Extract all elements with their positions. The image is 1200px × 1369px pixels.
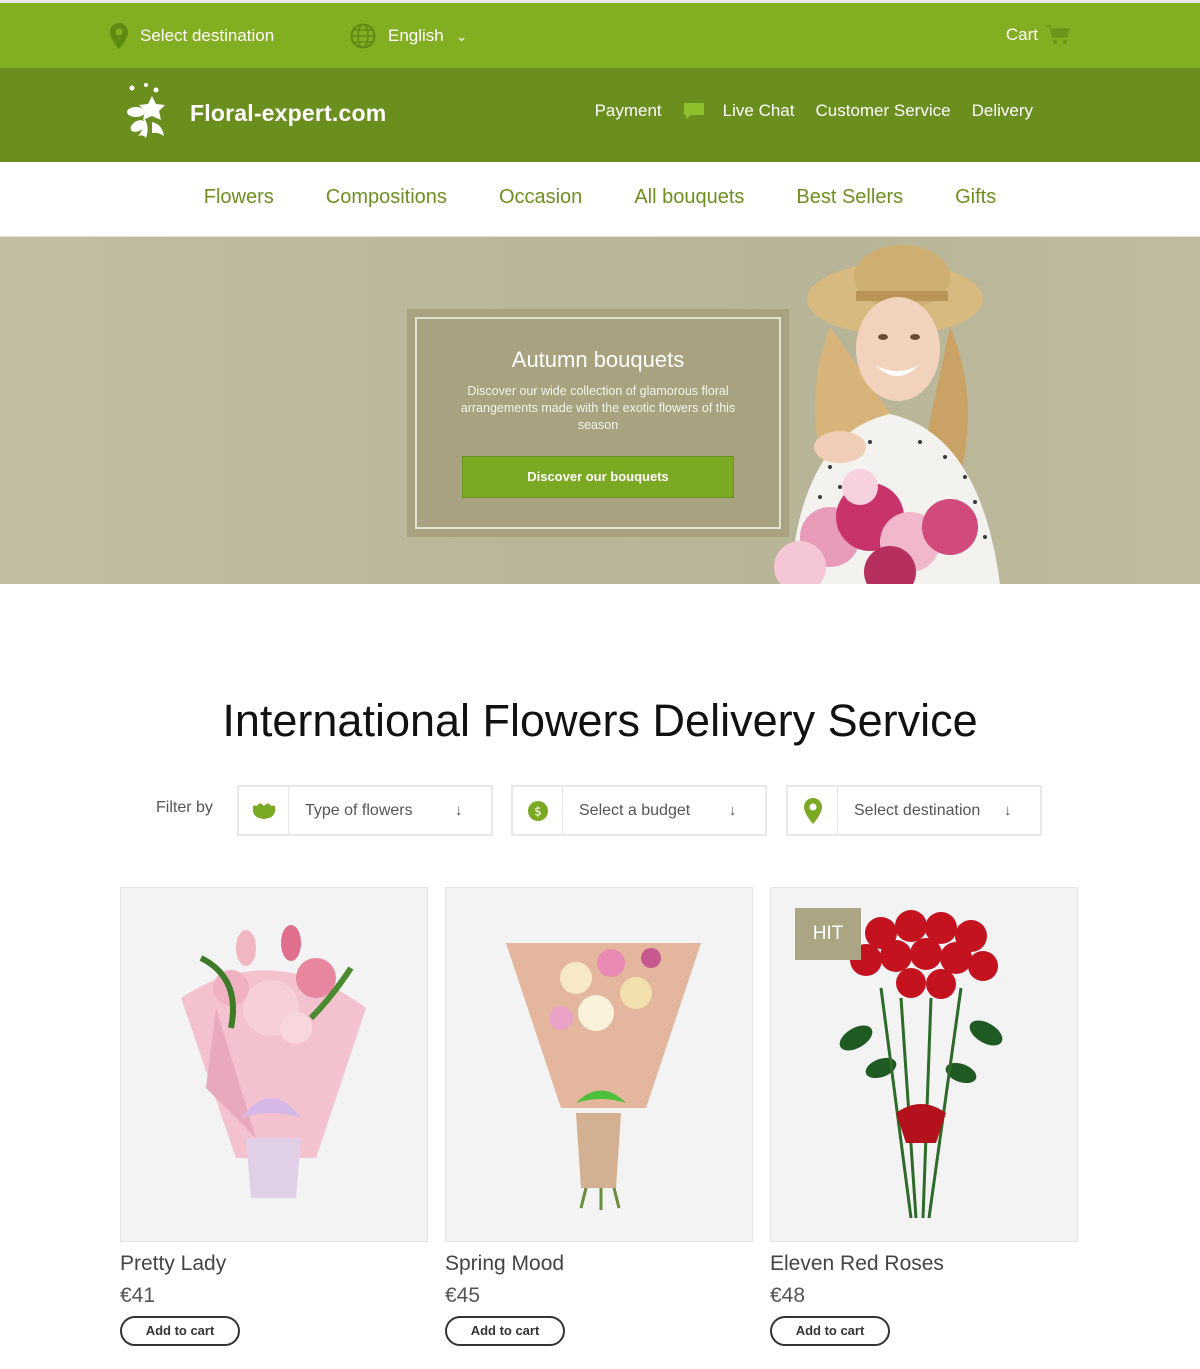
product-card: Spring Mood €45 Add to cart <box>445 887 753 1346</box>
product-image[interactable]: HIT <box>770 887 1078 1242</box>
nav-item-best-sellers[interactable]: Best Sellers <box>796 186 903 209</box>
nav-item-flowers[interactable]: Flowers <box>204 186 274 209</box>
filter-label: Filter by <box>156 799 213 816</box>
delivery-link[interactable]: Delivery <box>972 101 1033 121</box>
product-card: HIT Eleven Red Roses €48 Add to cart <box>770 887 1078 1346</box>
product-price: €45 <box>445 1284 481 1307</box>
product-name[interactable]: Pretty Lady <box>120 1252 428 1276</box>
nav-item-all-bouquets[interactable]: All bouquets <box>634 186 744 209</box>
promo-text: Discover our wide collection of glamorou… <box>460 384 736 432</box>
payment-link[interactable]: Payment <box>595 101 662 121</box>
coin-icon: $ <box>527 800 548 821</box>
chat-bubble-icon <box>683 103 704 119</box>
arrow-down-icon: ↓ <box>729 802 737 819</box>
top-bar: Select destination English ⌄ Cart <box>0 0 1200 68</box>
logo-text: Floral-expert.com <box>190 99 387 126</box>
cart-label: Cart <box>1005 25 1038 44</box>
flower-bud-icon <box>252 803 275 819</box>
hero-banner: Autumn bouquets Discover our wide collec… <box>0 237 1200 584</box>
filter-destination-label: Select destination <box>854 801 981 819</box>
filter-type-of-flowers[interactable]: Type of flowers ↓ <box>237 785 493 836</box>
language-selector[interactable]: English ⌄ <box>350 23 468 49</box>
product-price: €48 <box>770 1284 806 1307</box>
mixed-bouquet-image <box>506 943 701 1210</box>
shopping-cart-icon <box>1046 25 1070 44</box>
arrow-down-icon: ↓ <box>1004 802 1012 819</box>
pink-bouquet-image <box>181 925 366 1198</box>
section-title: International Flowers Delivery Service <box>222 695 978 746</box>
nav-item-occasion[interactable]: Occasion <box>499 186 582 209</box>
promo-box: Autumn bouquets Discover our wide collec… <box>407 309 789 537</box>
nav-item-gifts[interactable]: Gifts <box>955 186 996 209</box>
destination-label: Select destination <box>140 26 275 45</box>
arrow-down-icon: ↓ <box>455 802 463 819</box>
live-chat-link[interactable]: Live Chat <box>683 101 795 121</box>
cart-link[interactable]: Cart <box>1006 25 1070 45</box>
location-pin-icon <box>110 23 128 49</box>
product-name[interactable]: Spring Mood <box>445 1252 753 1276</box>
promo-title: Autumn bouquets <box>511 347 685 372</box>
live-chat-label: Live Chat <box>722 101 795 120</box>
filter-budget-label: Select a budget <box>579 801 691 819</box>
destination-selector[interactable]: Select destination <box>110 23 274 49</box>
site-logo[interactable]: Floral-expert.com <box>122 82 386 144</box>
flower-logo-icon <box>127 83 165 138</box>
brand-bar: Floral-expert.com Payment Live Chat Cust… <box>0 68 1200 162</box>
filter-budget[interactable]: $ Select a budget ↓ <box>511 785 767 836</box>
hit-badge: HIT <box>795 908 861 960</box>
location-pin-icon <box>803 797 822 824</box>
top-links: Payment Live Chat Customer Service Deliv… <box>595 101 1033 121</box>
discover-bouquets-button[interactable]: Discover our bouquets <box>462 456 734 498</box>
filter-destination[interactable]: Select destination ↓ <box>786 785 1042 836</box>
product-price: €41 <box>120 1284 156 1307</box>
product-name[interactable]: Eleven Red Roses <box>770 1252 1078 1276</box>
nav-item-compositions[interactable]: Compositions <box>326 186 447 209</box>
add-to-cart-button[interactable]: Add to cart <box>770 1316 890 1346</box>
product-image[interactable] <box>445 887 753 1242</box>
language-label: English <box>388 26 444 45</box>
main-navigation: Flowers Compositions Occasion All bouque… <box>0 162 1200 237</box>
product-card: Pretty Lady €41 Add to cart <box>120 887 428 1346</box>
globe-icon <box>350 23 376 49</box>
add-to-cart-button[interactable]: Add to cart <box>445 1316 565 1346</box>
chevron-down-icon: ⌄ <box>455 27 468 44</box>
scalloped-divider <box>0 62 1200 72</box>
customer-service-link[interactable]: Customer Service <box>815 101 950 121</box>
filter-type-label: Type of flowers <box>305 801 413 819</box>
product-image[interactable] <box>120 887 428 1242</box>
add-to-cart-button[interactable]: Add to cart <box>120 1316 240 1346</box>
svg-text:$: $ <box>534 804 542 818</box>
